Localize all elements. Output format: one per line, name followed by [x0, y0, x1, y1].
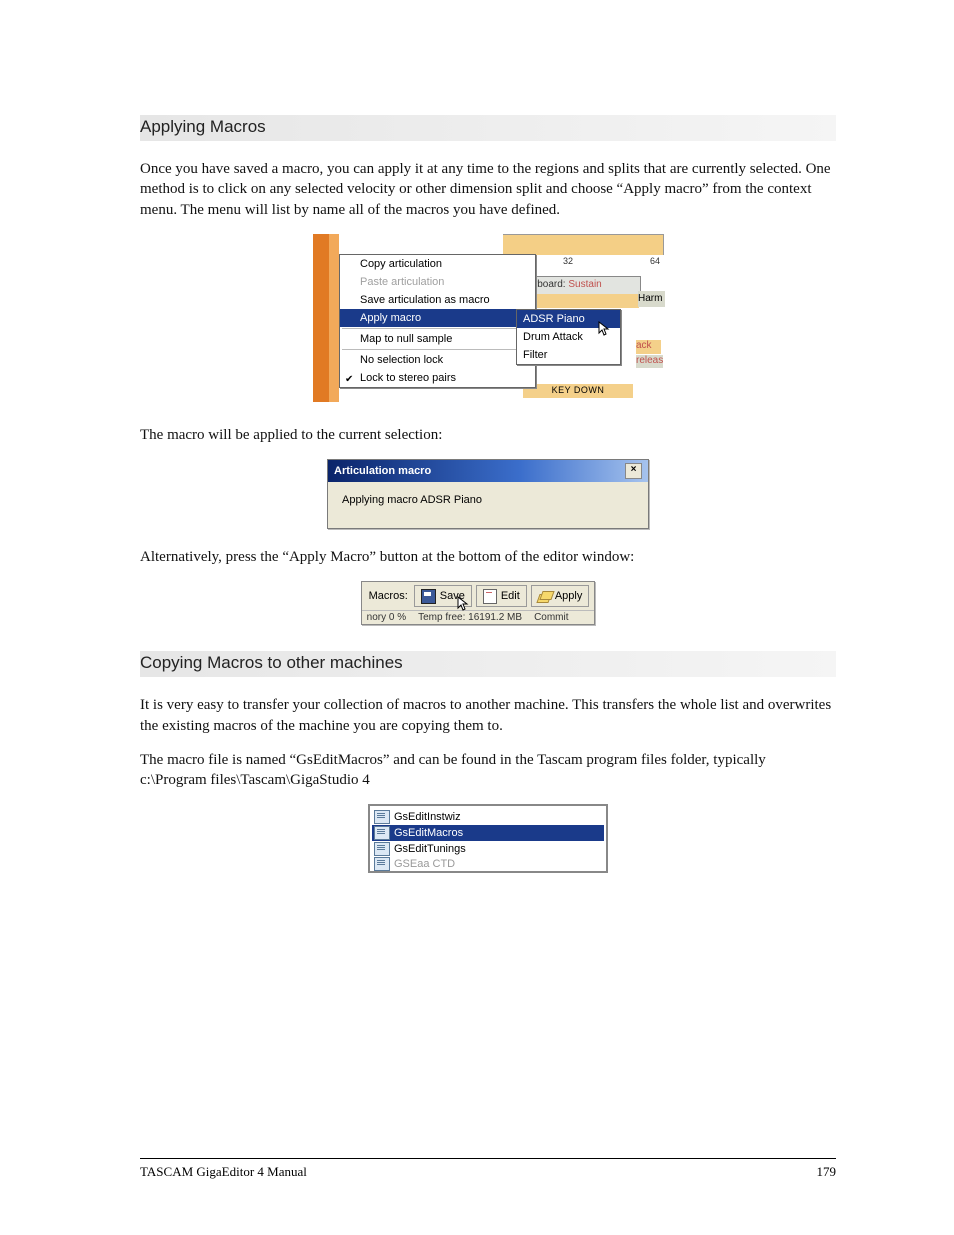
para-macrofile: The macro file is named “GsEditMacros” a… — [140, 750, 836, 791]
menu-item-lock-stereo-pairs[interactable]: ✔ Lock to stereo pairs — [340, 369, 535, 387]
macros-toolbar: Macros: Save Edit Apply nory 0 % Temp fr… — [361, 581, 596, 625]
dialog-body-text: Applying macro ADSR Piano — [328, 482, 648, 528]
check-icon: ✔ — [345, 374, 353, 385]
status-memory: nory 0 % — [367, 612, 406, 623]
menu-item-paste-articulation: Paste articulation — [340, 273, 535, 291]
file-name: GsEditInstwiz — [394, 811, 461, 823]
apply-icon — [538, 591, 551, 602]
file-item-gseditmacros[interactable]: GsEditMacros — [372, 825, 604, 841]
cursor-icon — [457, 596, 473, 612]
apply-button[interactable]: Apply — [531, 585, 590, 607]
menu-item-apply-macro-label: Apply macro — [360, 312, 421, 324]
status-commit: Commit — [534, 612, 568, 623]
file-name: GSEaa CTD — [394, 858, 455, 870]
menu-item-no-selection-lock[interactable]: No selection lock — [340, 351, 535, 369]
file-icon — [374, 842, 390, 856]
file-name: GsEditMacros — [394, 827, 463, 839]
figure-toolbar: Macros: Save Edit Apply nory 0 % Temp fr… — [140, 581, 836, 625]
menu-item-lock-stereo-label: Lock to stereo pairs — [360, 372, 456, 384]
submenu-item-filter[interactable]: Filter — [517, 346, 620, 364]
menu-item-map-null[interactable]: Map to null sample — [340, 330, 535, 348]
label-keydown: KEY DOWN — [523, 384, 633, 398]
edit-icon — [483, 589, 497, 604]
save-icon — [421, 589, 436, 604]
para-applied: The macro will be applied to the current… — [140, 425, 836, 445]
heading-copying-macros: Copying Macros to other machines — [140, 651, 836, 677]
apply-button-label: Apply — [555, 590, 583, 602]
apply-macro-submenu: ADSR Piano Drum Attack Filter — [516, 309, 621, 365]
file-name: GsEditTunings — [394, 843, 466, 855]
file-item-cut: GSEaa CTD — [372, 857, 604, 871]
file-item-gsedittunings[interactable]: GsEditTunings — [372, 841, 604, 857]
dialog-title: Articulation macro — [334, 465, 431, 477]
heading-applying-macros: Applying Macros — [140, 115, 836, 141]
page: Applying Macros Once you have saved a ma… — [0, 0, 954, 1235]
file-icon — [374, 857, 390, 871]
menu-item-apply-macro[interactable]: Apply macro — [340, 309, 535, 327]
file-item-gseditinstwiz[interactable]: GsEditInstwiz — [372, 809, 604, 825]
figure-dialog: Articulation macro × Applying macro ADSR… — [140, 459, 836, 529]
toolbar-label: Macros: — [367, 590, 410, 602]
strip-releas: releas — [636, 355, 663, 368]
cursor-icon — [598, 321, 614, 337]
velocity-tick-64: 64 — [650, 256, 660, 266]
footer-page-number: 179 — [817, 1164, 837, 1180]
para-alternative: Alternatively, press the “Apply Macro” b… — [140, 547, 836, 567]
menu-item-save-as-macro[interactable]: Save articulation as macro — [340, 291, 535, 309]
para-transfer: It is very easy to transfer your collect… — [140, 695, 836, 736]
velocity-tick-32: 32 — [563, 256, 573, 266]
strip-harm: Harm — [638, 291, 665, 307]
context-menu: Copy articulation Paste articulation Sav… — [339, 254, 536, 388]
page-footer: TASCAM GigaEditor 4 Manual 179 — [140, 1158, 836, 1180]
close-button[interactable]: × — [625, 463, 642, 479]
menu-item-copy-articulation[interactable]: Copy articulation — [340, 255, 535, 273]
edit-button[interactable]: Edit — [476, 585, 527, 607]
footer-title: TASCAM GigaEditor 4 Manual — [140, 1164, 307, 1180]
edit-button-label: Edit — [501, 590, 520, 602]
file-icon — [374, 810, 390, 824]
file-icon — [374, 826, 390, 840]
file-list: GsEditInstwiz GsEditMacros GsEditTunings… — [368, 804, 608, 873]
strip-ack: ack — [636, 340, 661, 354]
articulation-macro-dialog: Articulation macro × Applying macro ADSR… — [327, 459, 649, 529]
para-intro: Once you have saved a macro, you can app… — [140, 159, 836, 220]
figure-filelist: GsEditInstwiz GsEditMacros GsEditTunings… — [140, 804, 836, 876]
figure-context-menu: 32 64 Keyboard: Sustain tain Harm ack re… — [140, 234, 836, 407]
